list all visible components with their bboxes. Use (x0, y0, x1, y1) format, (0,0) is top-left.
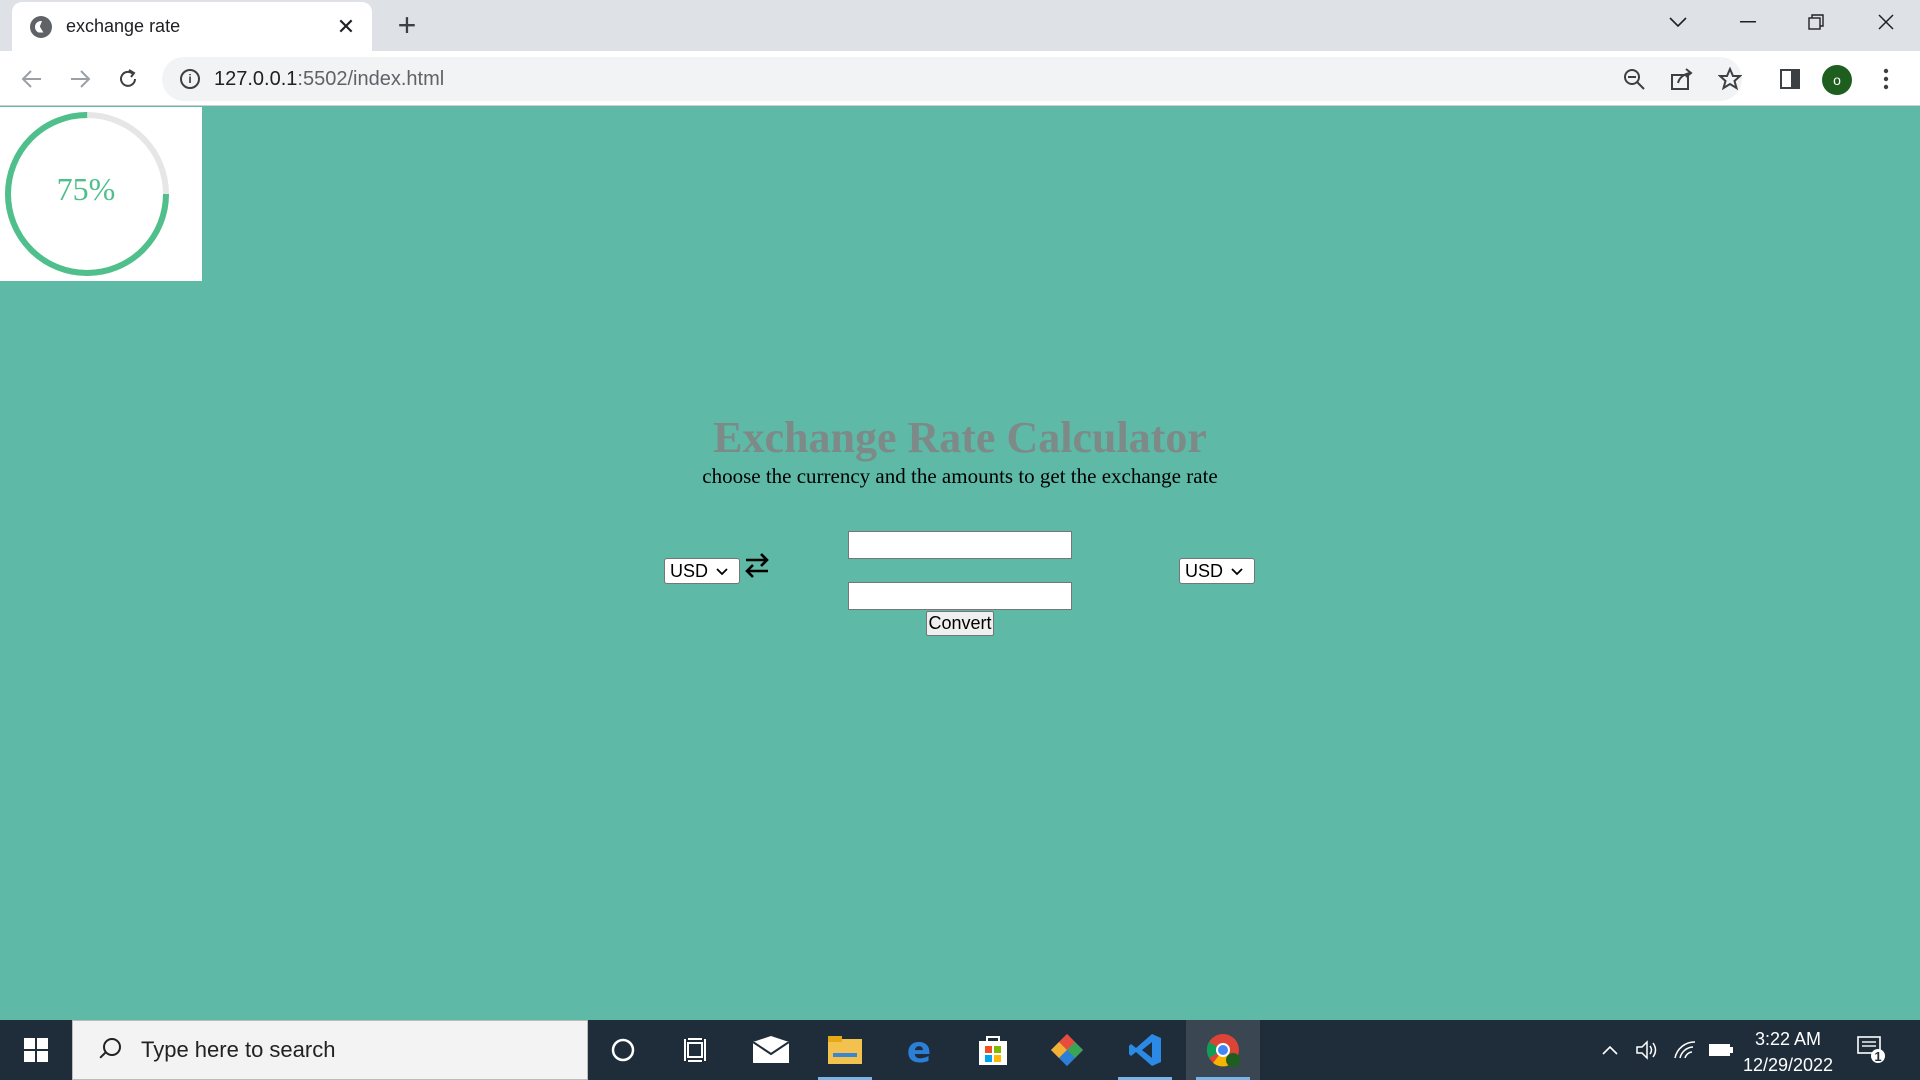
menu-button[interactable] (1870, 63, 1902, 95)
vscode-button[interactable] (1108, 1020, 1182, 1080)
browser-tab-strip: exchange rate ✕ + (0, 0, 1920, 51)
start-button[interactable] (0, 1020, 72, 1080)
volume-button[interactable] (1632, 1020, 1662, 1080)
address-bar[interactable]: i 127.0.0.1:5502/index.html (162, 57, 1742, 101)
from-currency-select[interactable]: USD (664, 558, 740, 584)
windows-logo-icon (24, 1038, 48, 1062)
taskbar-search-placeholder: Type here to search (141, 1037, 336, 1062)
star-icon (1718, 67, 1742, 91)
mail-icon (752, 1036, 790, 1063)
edge-icon: e (906, 1029, 932, 1071)
close-window-button[interactable] (1852, 0, 1920, 44)
chrome-button[interactable] (1186, 1020, 1260, 1080)
folder-icon (828, 1036, 862, 1064)
new-tab-button[interactable]: + (390, 8, 424, 42)
convert-button[interactable]: Convert (926, 611, 994, 636)
file-explorer-button[interactable] (808, 1020, 882, 1080)
forward-arrow-icon (71, 70, 91, 88)
zoom-button[interactable] (1618, 63, 1650, 95)
zoom-out-icon (1624, 69, 1645, 90)
battery-icon (1709, 1044, 1733, 1056)
tab-title: exchange rate (66, 16, 181, 36)
cortana-button[interactable] (586, 1020, 660, 1080)
chevron-down-icon (716, 563, 728, 579)
share-button[interactable] (1666, 63, 1698, 95)
search-icon (97, 1038, 121, 1062)
edge-browser-button[interactable]: e (882, 1020, 956, 1080)
windows-taskbar: Type here to search e 3:22 AM 12/29/2022… (0, 1020, 1920, 1080)
profile-avatar[interactable]: o (1822, 65, 1852, 95)
to-currency-value: USD (1185, 560, 1224, 581)
url-text: 127.0.0.1:5502/index.html (214, 68, 444, 91)
show-hidden-icons-button[interactable] (1596, 1020, 1624, 1080)
speaker-icon (1636, 1040, 1657, 1060)
amount-one-input[interactable] (848, 531, 1072, 559)
battery-button[interactable] (1706, 1020, 1736, 1080)
clock-date: 12/29/2022 (1742, 1055, 1834, 1075)
page-title: Exchange Rate Calculator (713, 413, 1207, 462)
minimize-button[interactable] (1714, 0, 1782, 44)
page-subtitle: choose the currency and the amounts to g… (702, 464, 1218, 488)
chrome-icon (1206, 1034, 1240, 1067)
minimize-icon (1740, 21, 1756, 23)
globe-icon (30, 15, 52, 38)
action-center-button[interactable]: 1 (1856, 1034, 1886, 1064)
kebab-menu-icon (1883, 68, 1889, 90)
share-icon (1671, 68, 1693, 90)
side-panel-icon (1780, 69, 1800, 89)
close-tab-icon[interactable]: ✕ (334, 14, 358, 40)
from-currency-value: USD (670, 560, 709, 581)
forward-button[interactable] (62, 61, 98, 97)
progress-widget: 75% (0, 107, 202, 281)
chevron-down-icon (1669, 17, 1687, 28)
back-button[interactable] (14, 61, 50, 97)
site-info-icon[interactable]: i (180, 69, 200, 89)
reload-button[interactable] (110, 61, 146, 97)
to-currency-select[interactable]: USD (1179, 558, 1255, 584)
network-button[interactable] (1670, 1020, 1700, 1080)
git-app-button[interactable] (1030, 1020, 1104, 1080)
browser-tab[interactable]: exchange rate ✕ (12, 2, 372, 51)
side-panel-button[interactable] (1774, 63, 1806, 95)
taskbar-search-box[interactable]: Type here to search (72, 1020, 588, 1080)
reload-icon (120, 69, 136, 87)
browser-toolbar: i 127.0.0.1:5502/index.html o (0, 51, 1920, 106)
notification-count: 1 (1874, 1049, 1882, 1064)
task-view-button[interactable] (660, 1020, 734, 1080)
amount-two-input[interactable] (848, 582, 1072, 610)
clock-time: 3:22 AM (1754, 1029, 1822, 1049)
tab-search-button[interactable] (1644, 0, 1712, 44)
store-bag-icon (979, 1036, 1007, 1065)
taskbar-clock[interactable]: 3:22 AM 12/29/2022 (1736, 1026, 1840, 1078)
close-icon (1878, 14, 1894, 30)
wifi-icon (1674, 1041, 1696, 1059)
chevron-up-icon (1602, 1045, 1618, 1055)
back-arrow-icon (21, 70, 41, 88)
chevron-down-icon (1231, 563, 1243, 579)
store-button[interactable] (956, 1020, 1030, 1080)
task-view-icon (684, 1038, 706, 1062)
restore-button[interactable] (1782, 0, 1850, 44)
url-host: 127.0.0.1 (214, 67, 298, 90)
mail-app-button[interactable] (734, 1020, 808, 1080)
vscode-icon (1129, 1034, 1161, 1066)
progress-label: 75% (56, 171, 116, 207)
bookmark-button[interactable] (1714, 63, 1746, 95)
git-diamond-icon (1051, 1034, 1083, 1066)
restore-icon (1808, 14, 1824, 30)
cortana-circle-icon (611, 1038, 635, 1062)
swap-arrows-icon[interactable] (744, 552, 770, 586)
url-path: :5502/index.html (297, 67, 445, 90)
